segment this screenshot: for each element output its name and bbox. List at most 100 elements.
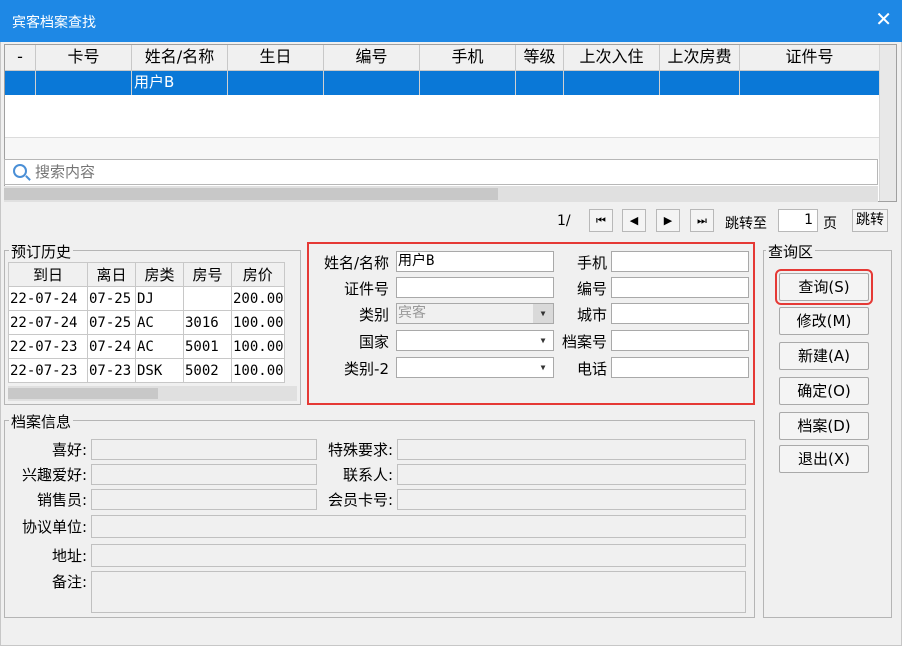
grid-cell — [5, 71, 36, 95]
phone-field[interactable] — [611, 357, 749, 378]
hobby-field[interactable] — [91, 439, 317, 460]
grid-cell — [36, 71, 132, 95]
country-select[interactable]: ▼ — [396, 330, 554, 351]
table-header-cell[interactable]: 房号 — [183, 262, 232, 287]
exit-button[interactable]: 退出(X) — [779, 445, 869, 473]
code-field[interactable] — [611, 277, 749, 298]
mobile-field[interactable] — [611, 251, 749, 272]
table-row[interactable]: 用户B — [5, 71, 879, 95]
country-label: 国家 — [358, 333, 389, 351]
table-cell: 100.00 — [231, 334, 285, 359]
table-cell: 5002 — [183, 358, 232, 383]
grid-header: - 卡号 姓名/名称 生日 编号 手机 等级 上次入住 上次房费 证件号 — [5, 45, 879, 71]
search-form-panel: 姓名/名称 用户B 手机 证件号 编号 类别 宾客 ▼ 城市 国家 ▼ 档案号 … — [307, 242, 755, 405]
new-button[interactable]: 新建(A) — [779, 342, 869, 370]
grid-header-cell[interactable]: 等级 — [516, 45, 564, 70]
search-input[interactable] — [35, 162, 855, 182]
table-row[interactable]: 22-07-24 07-25 DJ 200.00 — [8, 286, 285, 311]
query-button[interactable]: 查询(S) — [775, 269, 873, 305]
grid-header-cell[interactable]: 姓名/名称 — [132, 45, 228, 70]
next-page-button[interactable]: ▶ — [656, 209, 680, 232]
id-field[interactable] — [396, 277, 554, 298]
grid-header-cell[interactable]: - — [5, 45, 36, 70]
query-area-title: 查询区 — [766, 241, 816, 262]
chevron-down-icon[interactable]: ▼ — [533, 331, 553, 350]
remark-field[interactable] — [91, 571, 746, 613]
grid-header-cell[interactable]: 卡号 — [36, 45, 132, 70]
category-select: 宾客 ▼ — [396, 303, 554, 324]
last-page-button[interactable]: ⏭ — [690, 209, 714, 232]
search-icon — [13, 164, 27, 178]
prev-page-button[interactable]: ◀ — [622, 209, 646, 232]
table-cell: 22-07-24 — [8, 286, 88, 311]
window-title: 宾客档案查找 — [12, 15, 96, 31]
goto-label: 跳转至 — [725, 216, 767, 232]
grid-header-cell[interactable]: 生日 — [228, 45, 324, 70]
table-cell: AC — [135, 310, 184, 335]
booking-history-title: 预订历史 — [9, 241, 74, 262]
agreement-unit-field[interactable] — [91, 515, 746, 538]
address-label: 地址: — [51, 547, 87, 565]
grid-header-cell[interactable]: 上次房费 — [660, 45, 740, 70]
table-cell: 100.00 — [231, 358, 285, 383]
phone-label: 电话 — [576, 360, 607, 378]
city-field[interactable] — [611, 303, 749, 324]
table-header-cell[interactable]: 房价 — [231, 262, 285, 287]
grid-cell: 用户B — [132, 71, 228, 95]
archive-button[interactable]: 档案(D) — [779, 412, 869, 440]
interest-field[interactable] — [91, 464, 317, 485]
category-label: 类别 — [358, 306, 389, 324]
sales-field[interactable] — [91, 489, 317, 510]
table-header-cell[interactable]: 房类 — [135, 262, 184, 287]
special-request-label: 特殊要求: — [327, 441, 393, 459]
category2-select[interactable]: ▼ — [396, 357, 554, 378]
confirm-button[interactable]: 确定(O) — [779, 377, 869, 405]
close-icon[interactable]: ✕ — [875, 8, 892, 30]
sales-label: 销售员: — [36, 491, 87, 509]
goto-button[interactable]: 跳转 — [852, 209, 888, 232]
contact-field[interactable] — [397, 464, 746, 485]
archive-info-panel: 档案信息 喜好: 特殊要求: 兴趣爱好: 联系人: 销售员: 会员卡号: 协议单… — [4, 411, 755, 618]
category2-label: 类别-2 — [344, 360, 389, 378]
address-field[interactable] — [91, 544, 746, 567]
name-field[interactable]: 用户B — [396, 251, 554, 272]
grid-cell — [420, 71, 516, 95]
chevron-down-icon: ▼ — [533, 304, 553, 323]
booking-history-scrollbar[interactable] — [8, 386, 297, 401]
special-request-field[interactable] — [397, 439, 746, 460]
grid-horizontal-scrollbar[interactable] — [4, 186, 878, 202]
chevron-down-icon[interactable]: ▼ — [533, 358, 553, 377]
file-no-field[interactable] — [611, 330, 749, 351]
grid-header-cell[interactable]: 上次入住 — [564, 45, 660, 70]
table-cell: 200.00 — [231, 286, 285, 311]
category-value: 宾客 — [398, 305, 426, 321]
grid-cell — [324, 71, 420, 95]
table-cell: 07-23 — [87, 358, 136, 383]
table-cell: 07-25 — [87, 310, 136, 335]
table-cell: 07-24 — [87, 334, 136, 359]
page-indicator: 1/ — [557, 213, 571, 229]
grid-header-cell[interactable]: 证件号 — [740, 45, 879, 70]
first-page-button[interactable]: ⏮ — [589, 209, 613, 232]
modify-button[interactable]: 修改(M) — [779, 307, 869, 335]
id-label: 证件号 — [343, 280, 389, 298]
table-cell: 3016 — [183, 310, 232, 335]
contact-label: 联系人: — [342, 466, 393, 484]
table-cell — [183, 286, 232, 311]
goto-page-input[interactable]: 1 — [778, 209, 818, 232]
grid-header-cell[interactable]: 手机 — [420, 45, 516, 70]
grid-vertical-scrollbar[interactable] — [879, 45, 896, 201]
member-card-field[interactable] — [397, 489, 746, 510]
grid-header-cell[interactable]: 编号 — [324, 45, 420, 70]
table-header-cell[interactable]: 到日 — [8, 262, 88, 287]
table-cell: 100.00 — [231, 310, 285, 335]
table-header-cell[interactable]: 离日 — [87, 262, 136, 287]
table-row[interactable]: 22-07-23 07-23 DSK 5002 100.00 — [8, 358, 285, 383]
table-row[interactable]: 22-07-24 07-25 AC 3016 100.00 — [8, 310, 285, 335]
scrollbar-thumb[interactable] — [8, 388, 158, 399]
name-label: 姓名/名称 — [323, 254, 389, 272]
table-row[interactable]: 22-07-23 07-24 AC 5001 100.00 — [8, 334, 285, 359]
archive-info-title: 档案信息 — [9, 411, 74, 432]
scrollbar-thumb[interactable] — [4, 188, 498, 200]
page-unit-label: 页 — [823, 216, 837, 232]
